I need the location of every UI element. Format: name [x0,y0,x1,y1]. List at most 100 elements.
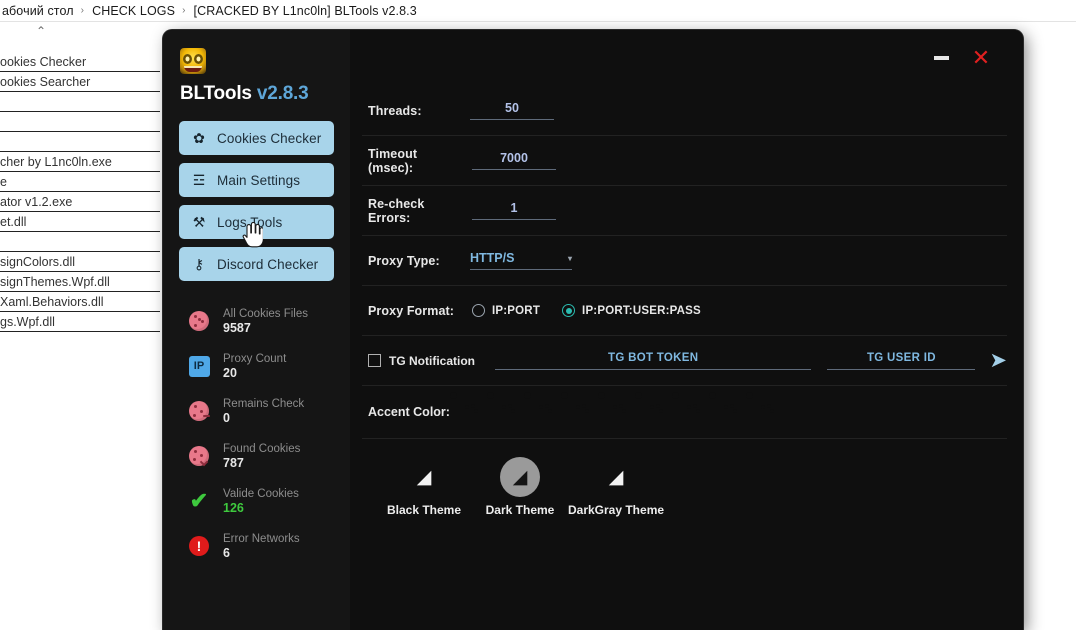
list-item[interactable]: gs.Wpf.dll [0,312,160,332]
radio-indicator [472,304,485,317]
tg-user-id-input[interactable]: TG USER ID [827,352,975,370]
list-item [0,92,160,112]
file-list: ookies Checker ookies Searcher cher by L… [0,52,160,332]
proxy-format-row: Proxy Format: IP:PORT IP:PORT:USER:PASS [362,286,1007,336]
breadcrumb[interactable]: абочий стол › CHECK LOGS › [CRACKED BY L… [0,0,1076,21]
cookie-icon: ✿ [190,131,208,145]
accent-swatch-5[interactable] [645,401,667,423]
stat-remains-check: Remains Check 0 [186,393,350,429]
tools-icon: ⚒ [190,215,208,229]
sidebar-item-main-settings[interactable]: ☲ Main Settings [179,163,334,197]
accent-swatch-2[interactable] [534,401,556,423]
close-button[interactable]: ✕ [961,43,1001,73]
tg-notification-label: TG Notification [389,354,475,368]
sidebar-item-cookies-checker[interactable]: ✿ Cookies Checker [179,121,334,155]
breadcrumb-item-0[interactable]: абочий стол [0,4,76,18]
list-item [0,112,160,132]
accent-swatch-4[interactable] [608,401,630,423]
proxy-type-label: Proxy Type: [368,254,460,268]
accent-swatch-3[interactable] [571,401,593,423]
send-icon[interactable]: ➤ [989,350,1007,371]
emoji-face-icon [180,48,206,74]
bltools-app-window: BLTools v2.8.3 ✿ Cookies Checker ☲ Main … [163,30,1023,630]
timeout-label: Timeout (msec): [368,147,462,175]
tg-bot-token-input[interactable]: TG BOT TOKEN [495,352,811,370]
breadcrumb-item-1[interactable]: CHECK LOGS [90,4,177,18]
recheck-errors-input[interactable]: 1 [472,201,556,220]
radio-ip-port-user-pass[interactable]: IP:PORT:USER:PASS [562,304,701,317]
settings-form: Threads: 50 Timeout (msec): 7000 Re-chec… [350,86,1023,517]
theme-selector: ◢ Black Theme ◢ Dark Theme ◢ DarkGray Th… [362,439,1007,517]
list-item[interactable]: ookies Searcher [0,72,160,92]
list-item [0,232,160,252]
list-item[interactable]: signColors.dll [0,252,160,272]
stat-value: 20 [223,366,286,381]
breadcrumb-item-2[interactable]: [CRACKED BY L1nc0ln] BLTools v2.8.3 [192,4,419,18]
minimize-button[interactable] [921,43,961,73]
page-title: BLTools v2.8.3 [180,83,350,105]
error-circle-icon: ! [186,533,212,559]
list-item[interactable]: ator v1.2.exe [0,192,160,212]
chevron-down-icon: ▾ [568,254,572,263]
threads-input[interactable]: 50 [470,101,554,120]
main-content: ✕ Threads: 50 Timeout (msec): 7000 Re-ch… [350,30,1023,630]
radio-ip-port[interactable]: IP:PORT [472,304,540,317]
recheck-errors-row: Re-check Errors: 1 [362,186,1007,236]
list-item[interactable]: ookies Checker [0,52,160,72]
threads-row: Threads: 50 [362,86,1007,136]
stats-list: All Cookies Files 9587 IP Proxy Count 20 [163,303,350,564]
proxy-type-select[interactable]: HTTP/S ▾ [470,251,572,270]
app-title-text: BLTools [180,83,252,104]
theme-label: Black Theme [387,503,461,517]
theme-dark[interactable]: ◢ Dark Theme [472,457,568,517]
stat-value: 6 [223,546,300,561]
stat-value: 0 [223,411,304,426]
sliders-icon: ☲ [190,173,208,187]
title-bar: ✕ [350,30,1023,86]
sidebar-item-label: Discord Checker [217,257,318,272]
paint-bucket-icon: ◢ [404,457,444,497]
accent-color-row: Accent Color: [362,386,1007,439]
checkmark-icon: ✔ [186,488,212,514]
stat-valide-cookies: ✔ Valide Cookies 126 [186,483,350,519]
theme-label: Dark Theme [486,503,555,517]
sidebar: BLTools v2.8.3 ✿ Cookies Checker ☲ Main … [163,30,350,630]
threads-label: Threads: [368,104,460,118]
list-item[interactable]: e [0,172,160,192]
stat-value: 787 [223,456,300,471]
list-item[interactable]: et.dll [0,212,160,232]
list-item[interactable]: cher by L1nc0ln.exe [0,152,160,172]
proxy-type-row: Proxy Type: HTTP/S ▾ [362,236,1007,286]
list-item[interactable]: Xaml.Behaviors.dll [0,292,160,312]
radio-indicator-selected [562,304,575,317]
timeout-row: Timeout (msec): 7000 [362,136,1007,186]
proxy-format-label: Proxy Format: [368,304,462,318]
stat-label: Proxy Count [223,352,286,366]
sidebar-item-label: Cookies Checker [217,131,321,146]
accent-swatch-0[interactable] [460,401,482,423]
stat-found-cookies: Found Cookies 787 [186,438,350,474]
toolbar-divider [0,21,1076,22]
proxy-format-radio-group: IP:PORT IP:PORT:USER:PASS [472,304,723,317]
theme-darkgray[interactable]: ◢ DarkGray Theme [568,457,664,517]
stat-label: Found Cookies [223,442,300,456]
list-item[interactable]: signThemes.Wpf.dll [0,272,160,292]
sidebar-item-discord-checker[interactable]: ⚷ Discord Checker [179,247,334,281]
theme-black[interactable]: ◢ Black Theme [376,457,472,517]
tg-notification-row: TG Notification TG BOT TOKEN TG USER ID … [362,336,1007,386]
accent-swatch-7[interactable] [719,401,741,423]
sidebar-item-label: Main Settings [217,173,300,188]
sidebar-item-logs-tools[interactable]: ⚒ Logs Tools [179,205,334,239]
ip-badge-text: IP [189,356,210,377]
theme-label: DarkGray Theme [568,503,664,517]
accent-swatch-8[interactable] [756,401,778,423]
accent-swatch-1[interactable] [497,401,519,423]
chevron-up-icon[interactable]: ⌃ [36,25,46,37]
accent-swatch-6[interactable] [682,401,704,423]
cookie-icon [186,308,212,334]
tg-notification-checkbox[interactable] [368,354,381,367]
proxy-type-value: HTTP/S [470,251,514,265]
sidebar-item-label: Logs Tools [217,215,282,230]
sidebar-nav: ✿ Cookies Checker ☲ Main Settings ⚒ Logs… [163,121,350,281]
timeout-input[interactable]: 7000 [472,151,556,170]
